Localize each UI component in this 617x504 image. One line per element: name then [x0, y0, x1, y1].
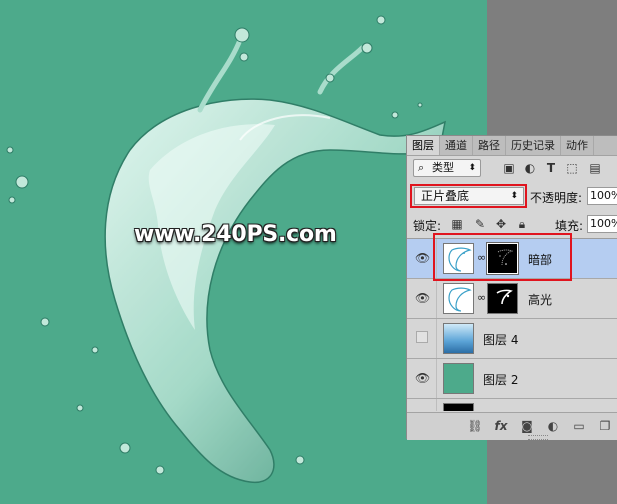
group-folder-icon[interactable]: ▭: [571, 418, 587, 434]
filter-kind-label: 类型: [432, 161, 454, 174]
shape-filter-icon[interactable]: ⬚: [565, 161, 579, 175]
resize-grip[interactable]: [528, 435, 548, 440]
tab-paths[interactable]: 路径: [473, 136, 506, 155]
lock-transparent-icon[interactable]: ▦: [450, 217, 464, 231]
fill-label: 填充:: [555, 219, 584, 233]
layers-panel: 图层 通道 路径 历史记录 动作 ⌕ 类型 ⬍ ▣ ◐ T ⬚ ▤ 正片叠底 ⬍…: [406, 135, 617, 440]
updown-arrow-icon: ⬍: [510, 191, 518, 201]
layer-row-layer-2[interactable]: 👁︎ 图层 2: [407, 359, 617, 399]
filter-row: ⌕ 类型 ⬍ ▣ ◐ T ⬚ ▤: [407, 158, 617, 180]
panel-tabs: 图层 通道 路径 历史记录 动作: [407, 136, 617, 156]
panel-bottom-toolbar: ⛓︎ fx ◙ ◐ ▭ ❐: [407, 412, 617, 440]
lock-position-icon[interactable]: ✥: [494, 217, 508, 231]
layer-name[interactable]: 图层 2: [483, 371, 518, 388]
tab-channels[interactable]: 通道: [440, 136, 473, 155]
layer-name[interactable]: 图层 4: [483, 331, 518, 348]
blend-row: 正片叠底 ⬍ 不透明度: 100%: [407, 184, 617, 210]
opacity-input[interactable]: 100%: [587, 187, 617, 205]
watermark-text: www.240PS.com: [134, 222, 337, 247]
adjustment-layer-icon[interactable]: ◐: [545, 418, 561, 434]
search-icon: ⌕: [418, 161, 425, 174]
chain-link-icon[interactable]: ∞: [477, 292, 486, 304]
divider: [436, 279, 437, 318]
fill-input[interactable]: 100%: [587, 215, 617, 233]
tab-actions[interactable]: 动作: [561, 136, 594, 155]
layer-row-layer-4[interactable]: 图层 4: [407, 319, 617, 359]
opacity-label: 不透明度:: [530, 191, 583, 205]
adjustment-filter-icon[interactable]: ◐: [523, 161, 537, 175]
layer-thumbnail[interactable]: [443, 283, 474, 314]
layer-highlight-box: [433, 233, 572, 281]
tab-layers[interactable]: 图层: [407, 136, 440, 155]
smart-object-filter-icon[interactable]: ▤: [588, 161, 602, 175]
divider: [436, 319, 437, 358]
tab-history[interactable]: 历史记录: [506, 136, 561, 155]
layer-row-partial[interactable]: [407, 399, 617, 411]
layer-mask-thumbnail[interactable]: [487, 283, 518, 314]
divider: [436, 399, 437, 411]
lock-paint-icon[interactable]: ✎: [473, 217, 487, 231]
updown-arrow-icon: ⬍: [468, 163, 476, 173]
visibility-toggle-off[interactable]: [416, 331, 428, 343]
link-layers-icon[interactable]: ⛓︎: [467, 418, 483, 434]
eye-icon[interactable]: 👁︎: [415, 291, 430, 305]
blend-mode-dropdown[interactable]: 正片叠底 ⬍: [414, 187, 524, 205]
eye-icon[interactable]: 👁︎: [415, 371, 430, 385]
fx-icon[interactable]: fx: [493, 418, 509, 434]
add-mask-icon[interactable]: ◙: [519, 418, 535, 434]
layer-thumbnail[interactable]: [443, 363, 474, 394]
image-filter-icon[interactable]: ▣: [502, 161, 516, 175]
layer-row-highlights[interactable]: 👁︎ ∞ 高光: [407, 279, 617, 319]
new-layer-icon[interactable]: ❐: [597, 418, 613, 434]
lock-all-icon[interactable]: 🔒︎: [515, 217, 529, 231]
lock-label: 锁定:: [413, 219, 442, 233]
layer-name[interactable]: 高光: [528, 291, 552, 308]
eye-icon[interactable]: 👁︎: [415, 251, 430, 265]
type-filter-icon[interactable]: T: [544, 161, 558, 175]
layer-thumbnail[interactable]: [443, 403, 474, 411]
blend-mode-value: 正片叠底: [421, 189, 470, 203]
divider: [436, 359, 437, 398]
layer-thumbnail[interactable]: [443, 323, 474, 354]
filter-kind-dropdown[interactable]: ⌕ 类型 ⬍: [413, 159, 481, 177]
